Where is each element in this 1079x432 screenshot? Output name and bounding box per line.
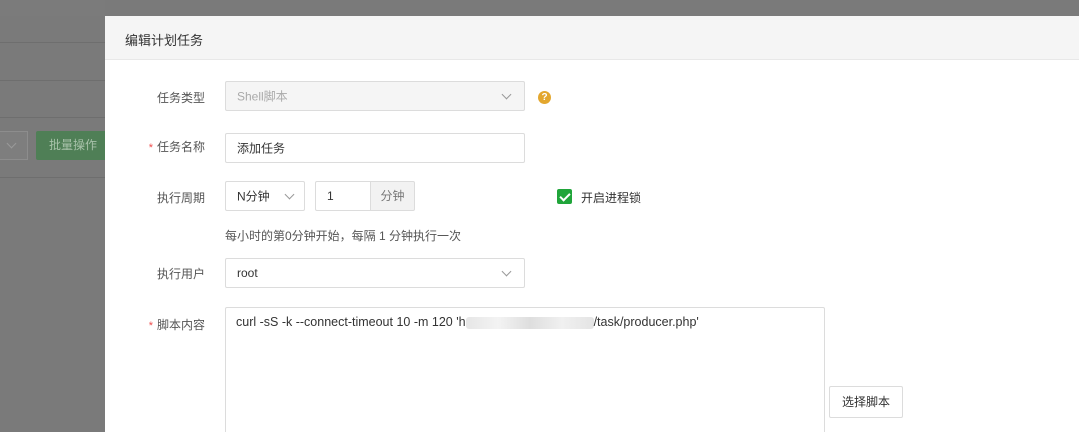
interval-unit-addon: 分钟 (371, 181, 415, 211)
user-select[interactable]: root (225, 258, 525, 288)
edit-cron-task-dialog: 编辑计划任务 任务类型 Shell脚本 ? * 任务名称 添加任务 执行周期 N分… (105, 16, 1079, 432)
task-name-value: 添加任务 (237, 141, 286, 156)
task-name-label: * 任务名称 (148, 140, 205, 154)
script-label: * 脚本内容 (148, 318, 205, 332)
batch-operation-button[interactable]: 批量操作 (36, 131, 108, 160)
task-type-select[interactable]: Shell脚本 (225, 81, 525, 111)
interval-input[interactable]: 1 (315, 181, 371, 211)
user-value: root (237, 266, 258, 280)
required-mark: * (148, 142, 153, 154)
chevron-down-icon (6, 138, 17, 149)
interval-value: 1 (327, 189, 334, 203)
task-type-value: Shell脚本 (237, 89, 288, 104)
period-type-value: N分钟 (237, 189, 270, 204)
select-script-button[interactable]: 选择脚本 (829, 386, 903, 418)
background-divider (0, 117, 105, 118)
task-name-input[interactable]: 添加任务 (225, 133, 525, 163)
chevron-down-icon (284, 189, 295, 200)
chevron-down-icon (501, 89, 512, 100)
question-circle-icon[interactable]: ? (538, 91, 551, 104)
redacted-url (465, 316, 594, 329)
period-label: 执行周期 (156, 191, 205, 205)
background-divider (0, 177, 105, 178)
period-hint: 每小时的第0分钟开始，每隔 1 分钟执行一次 (225, 229, 462, 243)
background-topbar (0, 0, 105, 16)
process-lock-checkbox[interactable] (557, 189, 572, 204)
script-code: curl -sS -k --connect-timeout 10 -m 120 … (236, 315, 699, 329)
chevron-down-icon (501, 266, 512, 277)
dialog-header: 编辑计划任务 (105, 16, 1079, 60)
background-select[interactable] (0, 131, 28, 160)
required-mark: * (148, 320, 153, 332)
period-type-select[interactable]: N分钟 (225, 181, 305, 211)
background-divider (0, 80, 105, 81)
background-divider (0, 42, 105, 43)
dialog-title: 编辑计划任务 (125, 33, 204, 48)
user-label: 执行用户 (156, 267, 205, 281)
task-type-label: 任务类型 (156, 91, 205, 105)
script-content-textarea[interactable]: curl -sS -k --connect-timeout 10 -m 120 … (225, 307, 825, 432)
process-lock-label: 开启进程锁 (581, 191, 642, 205)
